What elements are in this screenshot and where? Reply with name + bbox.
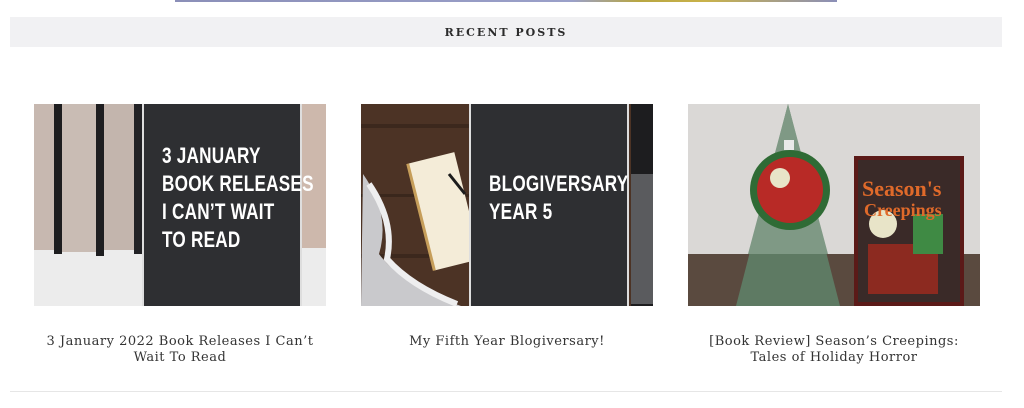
section-heading: RECENT POSTS	[444, 25, 568, 39]
title-overlay-panel: BLOGIVERSARY YEAR 5	[469, 104, 629, 306]
post-card: Season's Creepings [Book Review] Season’…	[688, 104, 980, 366]
post-thumbnail-link[interactable]: BLOGIVERSARY YEAR 5	[361, 104, 653, 306]
post-title-link[interactable]: My Fifth Year Blogiversary!	[361, 334, 653, 350]
thumbnail-title-text: 3 JANUARY BOOK RELEASES I CAN’T WAIT TO …	[162, 143, 314, 252]
section-divider	[10, 391, 1002, 392]
title-overlay-panel: 3 JANUARY BOOK RELEASES I CAN’T WAIT TO …	[142, 104, 314, 306]
post-title-link[interactable]: [Book Review] Season’s Creepings: Tales …	[688, 334, 980, 366]
thumbnail-title-text: BLOGIVERSARY YEAR 5	[489, 171, 629, 224]
post-thumbnail-link[interactable]: Season's Creepings	[688, 104, 980, 306]
book-cover-title: Season's	[862, 176, 942, 201]
recent-posts-header: RECENT POSTS	[10, 17, 1002, 47]
post-card: 3 JANUARY BOOK RELEASES I CAN’T WAIT TO …	[34, 104, 326, 366]
post-card: BLOGIVERSARY YEAR 5 My Fifth Year Blogiv…	[361, 104, 653, 350]
post-title-link[interactable]: 3 January 2022 Book Releases I Can’t Wai…	[34, 334, 326, 366]
svg-text:Creepings: Creepings	[864, 200, 942, 220]
post-thumbnail-link[interactable]: 3 JANUARY BOOK RELEASES I CAN’T WAIT TO …	[34, 104, 326, 306]
header-image-edge	[175, 0, 837, 2]
christmas-tree-book-image: Season's Creepings	[688, 104, 980, 306]
